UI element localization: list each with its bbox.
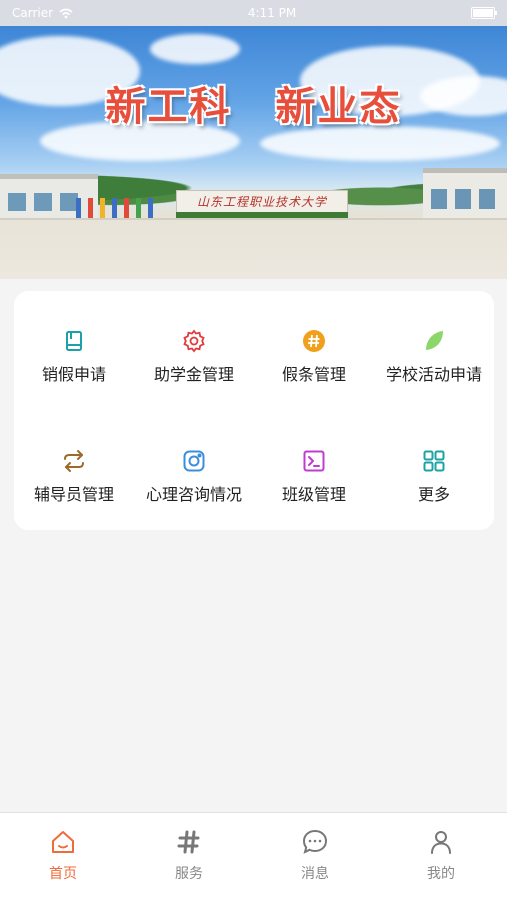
- plaza: [0, 218, 507, 279]
- service-leave-notes[interactable]: 假条管理: [254, 329, 374, 409]
- service-label: 假条管理: [281, 365, 346, 384]
- service-label: 辅导员管理: [33, 485, 114, 504]
- hashtag-icon: [177, 830, 200, 854]
- swap-arrows-icon: [62, 449, 86, 473]
- gatehouse-right: [423, 168, 507, 223]
- service-leave-cancel[interactable]: 销假申请: [14, 329, 134, 409]
- wifi-icon: [59, 8, 73, 18]
- home-icon: [52, 831, 74, 853]
- grid-icon: [422, 449, 446, 473]
- service-label: 销假申请: [41, 365, 106, 384]
- campus-sign: 山东工程职业技术大学: [176, 190, 348, 214]
- service-label: 班级管理: [281, 485, 346, 504]
- service-label: 助学金管理: [153, 365, 234, 384]
- campus-banner[interactable]: 新工科 新业态 山东工程职业技术大学: [0, 26, 507, 279]
- tab-profile[interactable]: 我的: [378, 829, 504, 889]
- status-left: Carrier: [12, 6, 73, 20]
- carrier-label: Carrier: [12, 6, 54, 20]
- tab-home[interactable]: 首页: [0, 829, 126, 889]
- slogan: 新工科 新业态: [0, 74, 507, 132]
- service-label: 更多: [417, 485, 450, 504]
- instagram-icon: [182, 449, 206, 473]
- service-more[interactable]: 更多: [374, 449, 494, 529]
- slogan-left: 新工科: [105, 84, 232, 130]
- cloud: [150, 34, 240, 64]
- leaf-icon: [422, 329, 446, 353]
- slogan-right: 新业态: [275, 84, 402, 130]
- book-icon: [62, 329, 86, 353]
- chat-bubble-icon: [302, 829, 328, 854]
- service-grid: 销假申请 助学金管理 假条管理 学校活动申请 辅导员管理 心理咨询情况 班级管理…: [14, 291, 494, 530]
- tab-services[interactable]: 服务: [126, 829, 252, 889]
- status-bar: Carrier 4:11 PM: [0, 0, 507, 26]
- service-label: 心理咨询情况: [145, 485, 242, 504]
- terminal-icon: [302, 449, 326, 473]
- tab-label: 我的: [427, 866, 455, 882]
- service-activity-apply[interactable]: 学校活动申请: [374, 329, 494, 409]
- home-page: Carrier 4:11 PM 新工科 新业态 山东工程职业技术大学 销假申请 …: [0, 0, 507, 900]
- tab-label: 消息: [301, 866, 329, 882]
- service-label: 学校活动申请: [385, 365, 482, 384]
- gear-icon: [182, 329, 206, 353]
- service-counseling[interactable]: 心理咨询情况: [134, 449, 254, 529]
- user-icon: [431, 831, 451, 854]
- tab-label: 首页: [49, 866, 77, 882]
- tab-bar: 首页 服务 消息 我的: [0, 812, 507, 900]
- clock: 4:11 PM: [247, 6, 297, 20]
- flags: [76, 190, 166, 220]
- tab-messages[interactable]: 消息: [252, 829, 378, 889]
- service-card: 销假申请 助学金管理 假条管理 学校活动申请 辅导员管理 心理咨询情况 班级管理…: [14, 291, 494, 530]
- service-counselor[interactable]: 辅导员管理: [14, 449, 134, 529]
- service-stipend[interactable]: 助学金管理: [134, 329, 254, 409]
- battery-icon: [471, 7, 497, 19]
- tab-label: 服务: [175, 866, 203, 882]
- service-class[interactable]: 班级管理: [254, 449, 374, 529]
- hashtag-badge-icon: [302, 329, 326, 353]
